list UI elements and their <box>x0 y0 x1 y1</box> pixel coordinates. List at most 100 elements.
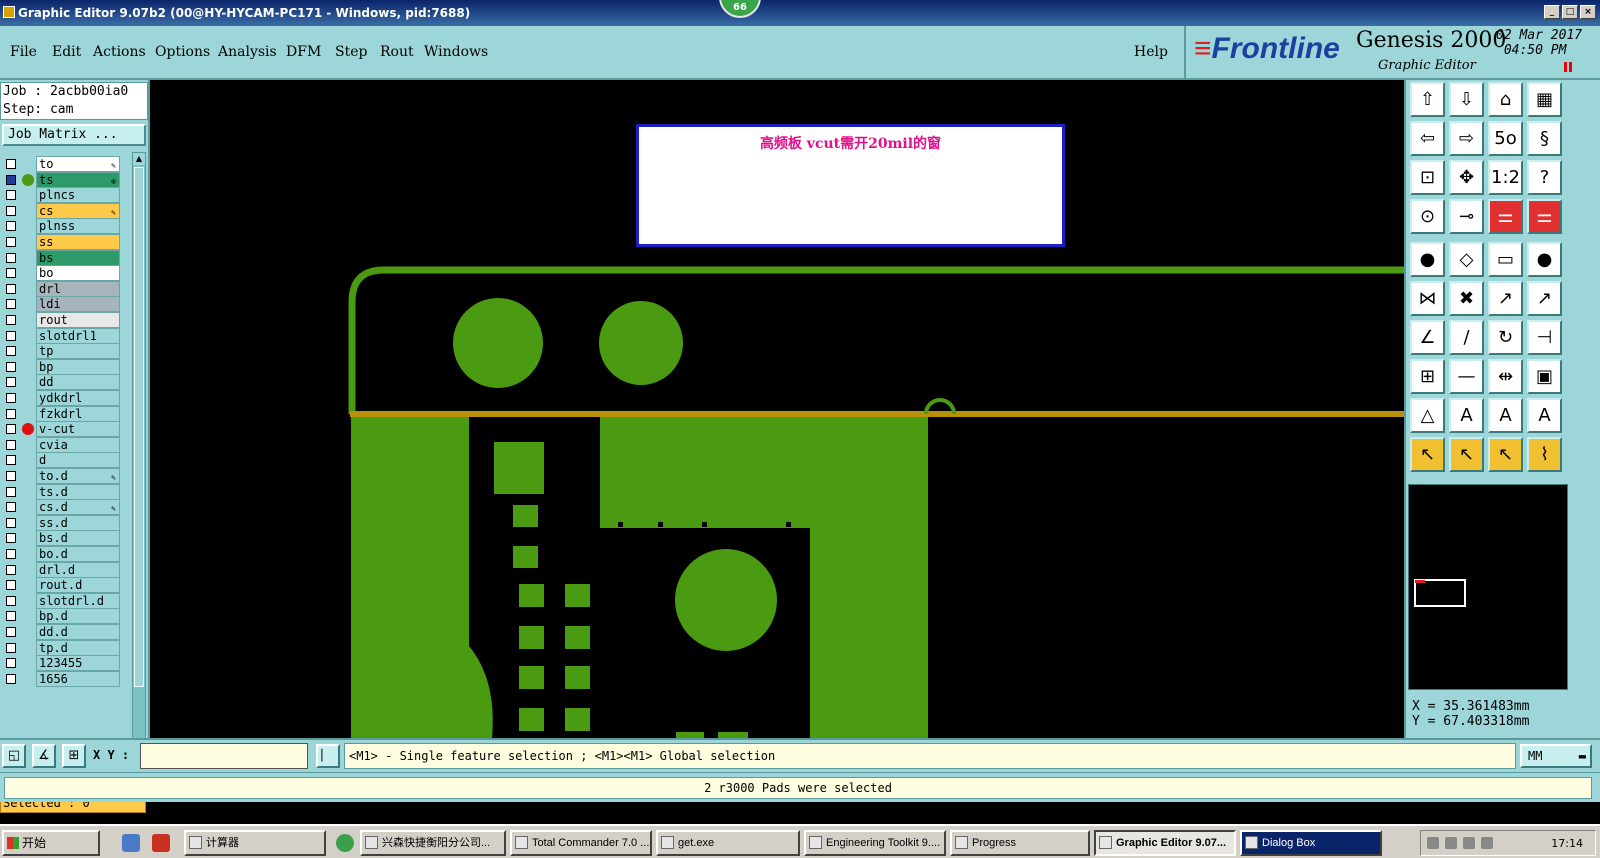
taskbar-task[interactable]: 兴森快捷衡阳分公司... <box>360 830 506 856</box>
layer-checkbox[interactable] <box>6 658 16 669</box>
transform-icon[interactable]: ⊞ <box>1410 359 1445 394</box>
measure-icon[interactable]: ⊙ <box>1410 199 1445 234</box>
layer-row[interactable]: bp <box>2 358 120 375</box>
layer-checkbox[interactable] <box>6 471 16 481</box>
layer-name[interactable]: bo <box>36 265 120 282</box>
layer-row[interactable]: tp <box>2 343 120 360</box>
snap-red2-icon[interactable]: ⚌ <box>1527 199 1562 234</box>
line-icon[interactable]: ∠ <box>1410 320 1445 355</box>
layer-row[interactable]: dd.d <box>2 624 120 640</box>
layer-checkbox[interactable] <box>6 237 16 247</box>
taskbar-task[interactable]: Total Commander 7.0 ... <box>510 830 652 856</box>
rotate-icon[interactable]: ↻ <box>1488 320 1523 355</box>
window-down-icon[interactable]: ⇩ <box>1449 82 1484 117</box>
layer-row[interactable]: ss <box>2 234 120 250</box>
layer-checkbox[interactable] <box>6 611 16 622</box>
layer-row[interactable]: plnss <box>2 218 120 235</box>
key-icon[interactable]: ⊸ <box>1449 199 1484 234</box>
unit-select[interactable]: MM ▬ <box>1520 744 1592 768</box>
layer-name[interactable]: plncs <box>36 187 120 204</box>
layer-name[interactable]: d <box>36 452 120 469</box>
grid-icon[interactable]: ▦ <box>1527 82 1562 117</box>
zoom-home-icon[interactable]: ✥ <box>1449 160 1484 195</box>
layer-row[interactable]: ss.d <box>2 514 120 531</box>
triangle3-icon[interactable]: A <box>1488 398 1523 433</box>
graphic-canvas[interactable]: 高频板 vcut需开20mil的窗 <box>152 80 1404 738</box>
move-icon[interactable]: ↗ <box>1488 281 1523 316</box>
layer-row[interactable]: ts ⊕ <box>2 171 120 188</box>
pointer2-icon[interactable]: ↖ <box>1449 437 1484 472</box>
layer-name[interactable]: bs <box>36 249 120 266</box>
layer-row[interactable]: slotdrl.d <box>2 592 120 609</box>
taskbar-task[interactable]: get.exe <box>656 830 800 856</box>
menu-file[interactable]: File <box>10 44 37 60</box>
layer-checkbox[interactable] <box>6 408 16 419</box>
scroll-thumb[interactable] <box>134 167 144 687</box>
layer-name[interactable]: v-cut <box>36 421 120 438</box>
layer-row[interactable]: plncs <box>2 187 120 204</box>
xy-input[interactable] <box>140 743 308 769</box>
layer-row[interactable]: ldi <box>2 296 120 313</box>
tray-icon[interactable] <box>1445 837 1457 849</box>
pan-icon[interactable]: § <box>1527 121 1562 156</box>
layer-name[interactable]: ts ⊕ <box>36 171 120 188</box>
layer-checkbox[interactable] <box>6 190 16 201</box>
layer-checkbox[interactable] <box>6 159 16 169</box>
fifty-icon[interactable]: 5o <box>1488 121 1523 156</box>
triangle2-icon[interactable]: A <box>1449 398 1484 433</box>
layer-name[interactable]: rout.d <box>36 577 120 594</box>
job-matrix-button[interactable]: Job Matrix ... <box>2 124 146 146</box>
layer-name[interactable]: bs.d <box>36 530 120 547</box>
menu-dfm[interactable]: DFM <box>286 44 321 60</box>
layer-checkbox[interactable] <box>6 486 16 497</box>
layer-row[interactable]: dd <box>2 374 120 391</box>
layer-name[interactable]: ldi <box>36 296 120 313</box>
layer-name[interactable]: bo.d <box>36 546 120 562</box>
taskbar-task[interactable]: Graphic Editor 9.07... <box>1094 830 1236 856</box>
layer-row[interactable]: d <box>2 452 120 469</box>
layer-name[interactable]: ydkdrl <box>36 390 120 406</box>
copy-icon[interactable]: ↗ <box>1527 281 1562 316</box>
layer-name[interactable]: tp.d <box>36 639 120 656</box>
layer-row[interactable]: cvia <box>2 436 120 453</box>
window-up-icon[interactable]: ⇧ <box>1410 82 1445 117</box>
layer-row[interactable]: bo <box>2 265 120 282</box>
layer-name[interactable]: slotdrl1 <box>36 327 120 344</box>
layer-name[interactable]: ss <box>36 234 120 250</box>
window-left-icon[interactable]: ⇦ <box>1410 121 1445 156</box>
mirror-icon[interactable]: ⊣ <box>1527 320 1562 355</box>
layer-checkbox[interactable] <box>6 252 16 263</box>
notification-badge[interactable]: 66 <box>719 0 761 18</box>
home-icon[interactable]: ⌂ <box>1488 82 1523 117</box>
layer-row[interactable]: rout.d <box>2 577 120 594</box>
taskbar-task[interactable]: Progress <box>950 830 1090 856</box>
layer-row[interactable]: cs.d ✎ <box>2 499 120 516</box>
layer-checkbox[interactable] <box>6 595 16 606</box>
layer-row[interactable]: drl.d <box>2 561 120 578</box>
layer-row[interactable]: drl <box>2 280 120 297</box>
layer-checkbox[interactable] <box>6 330 16 341</box>
layer-row[interactable]: cs ✎ <box>2 202 120 219</box>
layer-row[interactable]: tp.d <box>2 639 120 656</box>
overview-viewport[interactable] <box>1414 579 1466 607</box>
layer-checkbox[interactable] <box>6 502 16 513</box>
delete-icon[interactable]: ✖ <box>1449 281 1484 316</box>
browser-icon[interactable] <box>336 834 354 852</box>
layer-row[interactable]: ydkdrl <box>2 390 120 406</box>
layer-row[interactable]: bs <box>2 249 120 266</box>
add-pad-icon[interactable]: ● <box>1410 242 1445 277</box>
menu-analysis[interactable]: Analysis <box>218 44 277 60</box>
layer-checkbox[interactable] <box>6 393 16 403</box>
menu-step[interactable]: Step <box>335 44 367 60</box>
layer-row[interactable]: 123455 <box>2 655 120 672</box>
triangle4-icon[interactable]: A <box>1527 398 1562 433</box>
layer-name[interactable]: slotdrl.d <box>36 592 120 609</box>
menu-actions[interactable]: Actions <box>93 44 146 60</box>
network-icon[interactable] <box>1463 837 1475 849</box>
layer-row[interactable]: slotdrl1 <box>2 327 120 344</box>
layer-name[interactable]: bp.d <box>36 608 120 625</box>
resize-icon[interactable]: ⇹ <box>1488 359 1523 394</box>
line2-icon[interactable]: / <box>1449 320 1484 355</box>
pointer-icon[interactable]: ↖ <box>1410 437 1445 472</box>
layer-name[interactable]: drl <box>36 280 120 297</box>
